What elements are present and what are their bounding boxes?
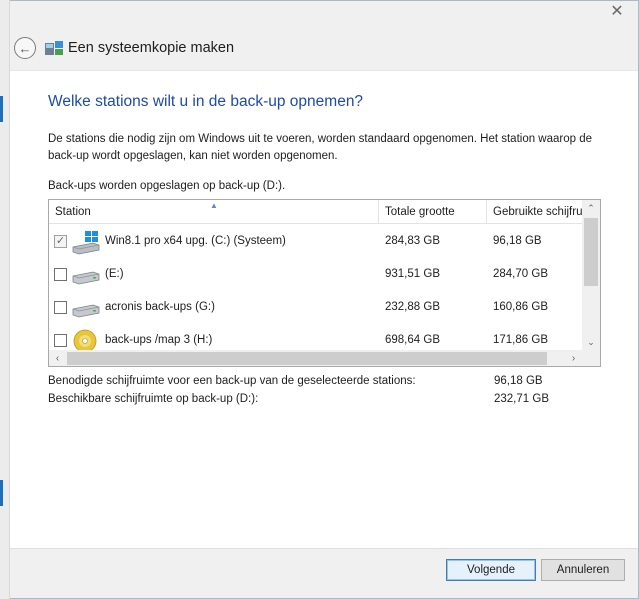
wizard-footer: Volgende Annuleren: [10, 548, 638, 598]
scroll-down-icon[interactable]: ⌄: [582, 334, 600, 350]
horizontal-scroll-thumb[interactable]: [67, 352, 547, 365]
drive-used-space: 171,86 GB: [493, 334, 548, 346]
column-header-used-space[interactable]: Gebruikte schijfruimte: [487, 200, 582, 224]
page-heading: Welke stations wilt u in de back-up opne…: [48, 93, 364, 110]
available-space-label: Beschikbare schijfruimte op back-up (D:)…: [48, 393, 259, 405]
window-title: Een systeemkopie maken: [68, 40, 235, 56]
column-header-total-size[interactable]: Totale grootte: [379, 200, 487, 224]
wizard-content: Welke stations wilt u in de back-up opne…: [10, 70, 638, 548]
drive-list[interactable]: Station ▲ Totale grootte Gebruikte schij…: [48, 199, 601, 367]
page-description: De stations die nodig zijn om Windows ui…: [48, 133, 593, 162]
drive-name: acronis back-ups (G:): [105, 301, 215, 313]
drive-name: Win8.1 pro x64 upg. (C:) (Systeem): [105, 235, 286, 247]
hard-drive-icon: [72, 271, 100, 285]
drive-total-size: 284,83 GB: [385, 235, 440, 247]
hard-drive-icon: [72, 304, 100, 318]
required-space-label: Benodigde schijfruimte voor een back-up …: [48, 375, 416, 387]
back-arrow-icon[interactable]: ←: [14, 37, 36, 59]
scroll-up-icon[interactable]: ⌃: [582, 200, 600, 216]
scroll-left-icon[interactable]: ‹: [49, 350, 66, 366]
drive-name: (E:): [105, 268, 124, 280]
row-checkbox[interactable]: [54, 334, 67, 347]
background-window-strip: [0, 0, 10, 599]
drive-total-size: 698,64 GB: [385, 334, 440, 346]
next-button[interactable]: Volgende: [446, 559, 536, 581]
close-icon[interactable]: ✕: [604, 2, 630, 22]
windows-drive-icon: [72, 231, 100, 255]
drive-name: back-ups /map 3 (H:): [105, 334, 213, 346]
scroll-right-icon[interactable]: ›: [565, 350, 582, 366]
backup-app-icon: [45, 41, 63, 55]
optical-drive-icon: [73, 329, 97, 350]
table-row[interactable]: (E:) 931,51 GB 284,70 GB: [49, 258, 582, 291]
scrollbar-corner: [582, 350, 600, 366]
available-space-value: 232,71 GB: [494, 393, 549, 405]
table-row[interactable]: ✓ Win8.1 pro x64 upg. (C:) (Systeem) 284…: [49, 225, 582, 258]
horizontal-scrollbar[interactable]: ‹ ›: [49, 350, 582, 366]
drive-used-space: 160,86 GB: [493, 301, 548, 313]
row-checkbox[interactable]: [54, 301, 67, 314]
drive-used-space: 96,18 GB: [493, 235, 542, 247]
drive-total-size: 232,88 GB: [385, 301, 440, 313]
table-row[interactable]: acronis back-ups (G:) 232,88 GB 160,86 G…: [49, 291, 582, 324]
row-checkbox[interactable]: ✓: [54, 235, 67, 248]
cancel-button[interactable]: Annuleren: [541, 559, 625, 581]
drive-used-space: 284,70 GB: [493, 268, 548, 280]
title-bar: ← Een systeemkopie maken: [10, 28, 638, 70]
table-row[interactable]: back-ups /map 3 (H:) 698,64 GB 171,86 GB: [49, 324, 582, 350]
drive-total-size: 931,51 GB: [385, 268, 440, 280]
vertical-scrollbar[interactable]: ⌃ ⌄: [582, 200, 600, 350]
required-space-value: 96,18 GB: [494, 375, 543, 387]
save-location-text: Back-ups worden opgeslagen op back-up (D…: [48, 180, 286, 192]
list-header: Station ▲ Totale grootte Gebruikte schij…: [49, 200, 582, 224]
row-checkbox[interactable]: [54, 268, 67, 281]
vertical-scroll-thumb[interactable]: [584, 218, 598, 286]
sort-arrow-icon: ▲: [210, 201, 218, 210]
